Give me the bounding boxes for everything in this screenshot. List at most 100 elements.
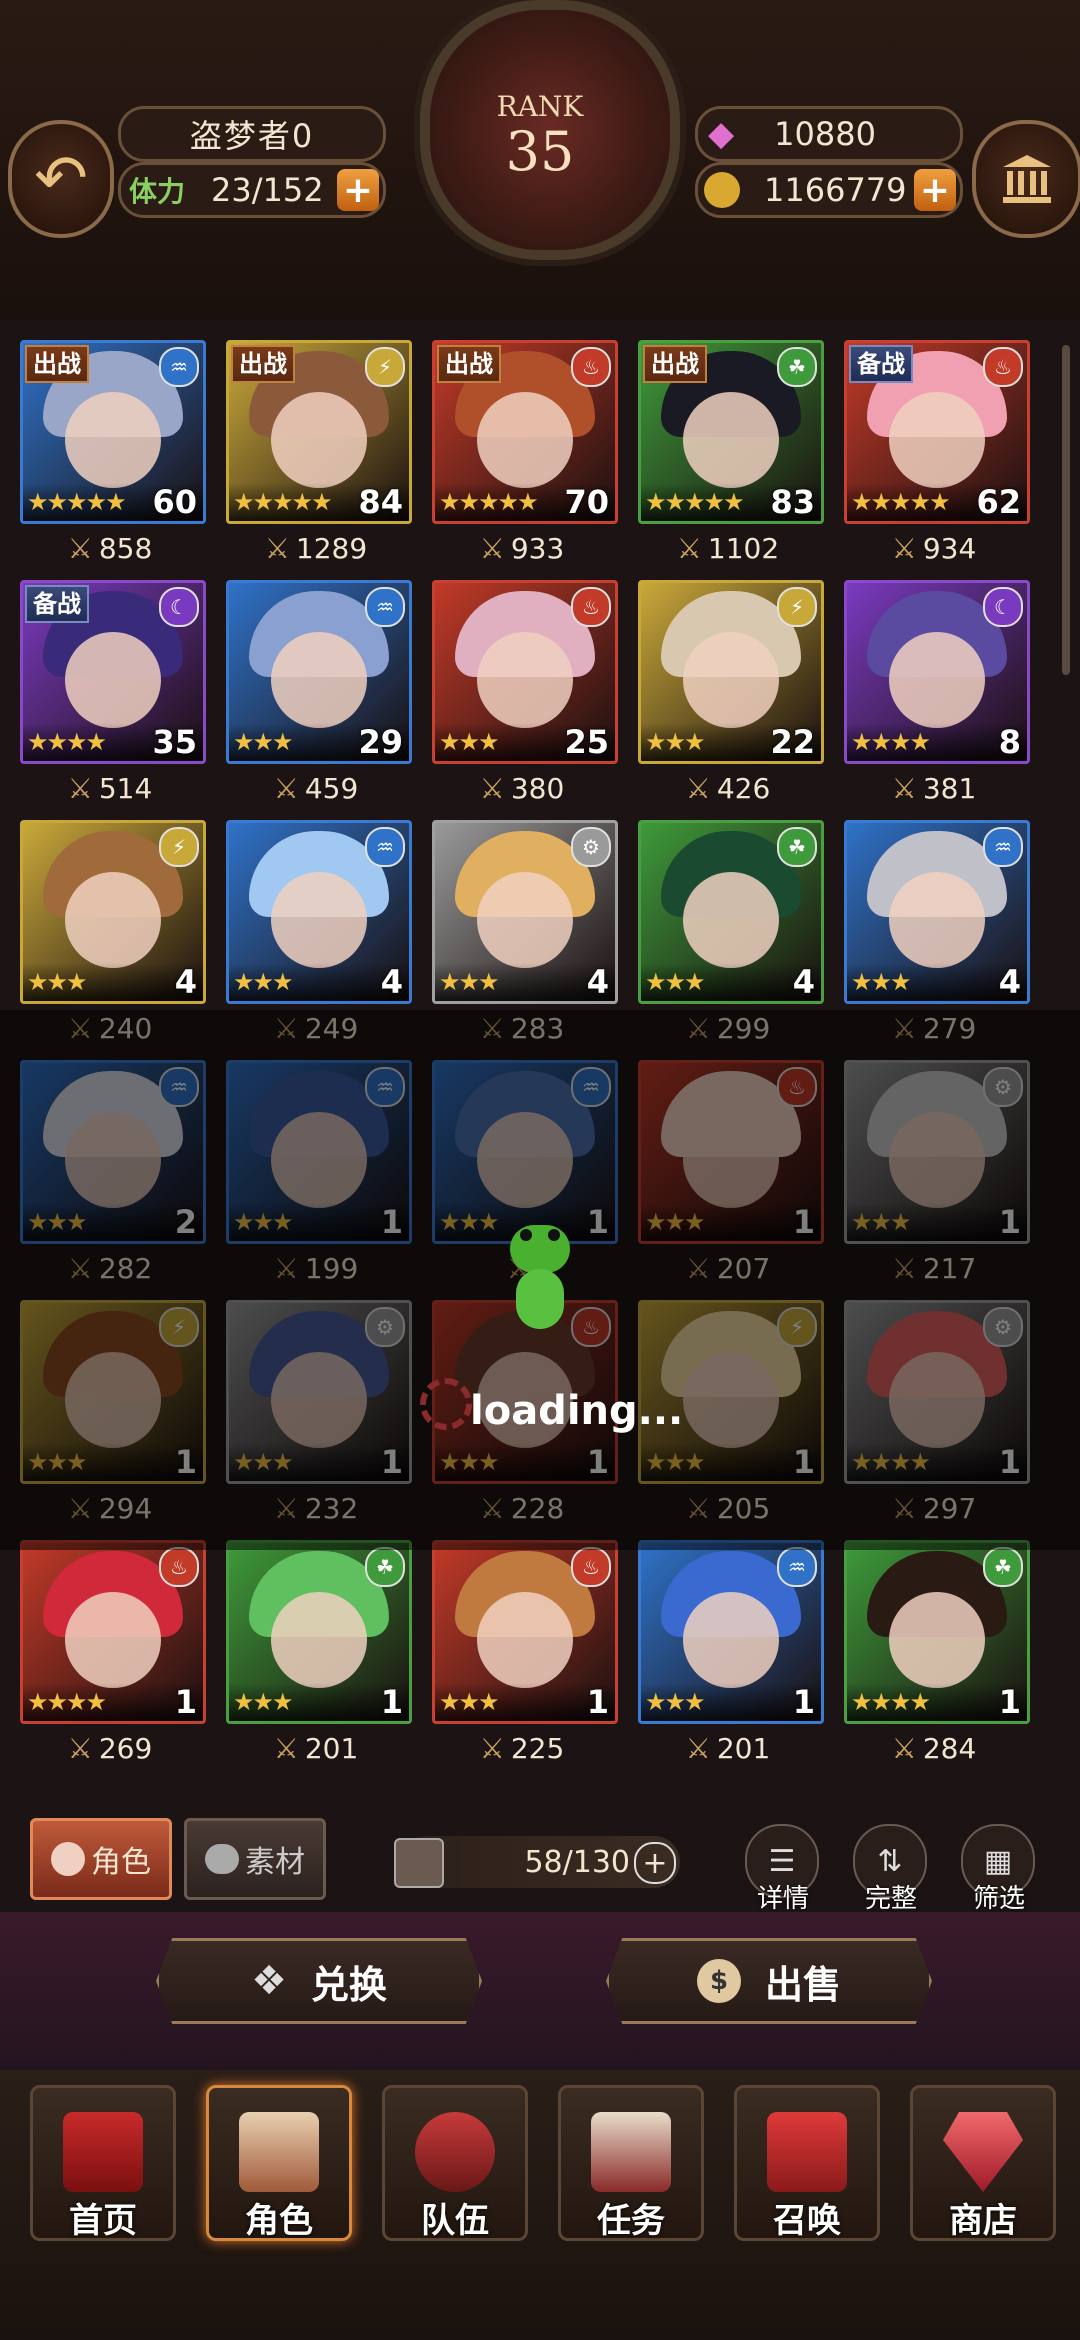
combat-power-value: 1289 (295, 532, 368, 565)
shop-gem-icon (943, 2112, 1023, 2192)
star-icon: ★ (478, 968, 500, 996)
character-card[interactable]: ⚡ 出战 ★ ★ ★ ★ ★ 84 ⚔ 1289 (226, 340, 412, 565)
nav-summon-label: 召唤 (773, 2201, 841, 2241)
character-level: 1 (998, 1683, 1021, 1721)
character-portrait: ♒★★★1 (638, 1540, 824, 1724)
crossed-swords-icon: ⚔ (891, 532, 917, 565)
character-card[interactable]: ♒★★★4⚔249 (226, 820, 412, 1045)
complete-button[interactable]: ⇅ 完整 (853, 1824, 929, 1915)
star-icon: ★ (870, 968, 893, 996)
nav-quest[interactable]: 任务 (558, 2085, 704, 2241)
nav-team[interactable]: 队伍 (382, 2085, 528, 2241)
character-card[interactable]: ☘ 出战 ★ ★ ★ ★ ★ 83 ⚔ 1102 (638, 340, 824, 565)
player-name: 盗梦者0 (189, 117, 315, 155)
add-coins-button[interactable]: + (914, 169, 956, 211)
star-icon: ★ (85, 728, 108, 756)
nav-summon[interactable]: 召唤 (734, 2085, 880, 2241)
character-card[interactable]: ⚙★★★4⚔283 (432, 820, 618, 1045)
star-icon: ★ (478, 488, 500, 516)
combat-power-value: 201 (716, 1732, 771, 1765)
star-icon: ★ (458, 488, 481, 516)
character-card[interactable]: ☘★★★4⚔299 (638, 820, 824, 1045)
star-icon: ★ (517, 488, 539, 516)
details-button[interactable]: ☰ 详情 (745, 1824, 821, 1915)
combat-power-value: 933 (510, 532, 565, 565)
crossed-swords-icon: ⚔ (685, 772, 711, 805)
combat-power: ⚔ 426 (638, 772, 818, 805)
star-icon: ★ (684, 728, 706, 756)
back-arrow-icon: ↶ (34, 142, 88, 216)
nav-home[interactable]: 首页 (30, 2085, 176, 2241)
expand-inventory-button[interactable]: + (634, 1842, 676, 1884)
deploy-status-badge: 出战 (643, 345, 707, 383)
rank-label: RANK (496, 90, 584, 123)
exchange-button[interactable]: ❖ 兑换 (156, 1938, 482, 2024)
character-card[interactable]: ⚡ ★ ★ ★ 22 ⚔ 426 (638, 580, 824, 805)
star-icon: ★ (664, 488, 687, 516)
nature-element-icon: ☘ (983, 1547, 1023, 1587)
tab-material[interactable]: 素材 (184, 1818, 326, 1900)
character-face (683, 872, 779, 968)
character-card[interactable]: ♨ ★ ★ ★ ★ 1 ⚔ 269 (20, 1540, 206, 1765)
character-face (683, 632, 779, 728)
money-bag-icon: $ (696, 1959, 741, 2003)
star-icon: ★ (890, 968, 912, 996)
character-card[interactable]: ♒★★★4⚔279 (844, 820, 1030, 1045)
character-card[interactable]: ☘ ★ ★ ★ 1 ⚔ 201 (226, 1540, 412, 1765)
star-icon: ★ (929, 488, 951, 516)
character-card[interactable]: ♒ ★ ★ ★ 29 ⚔ 459 (226, 580, 412, 805)
character-card[interactable]: ☾ 备战 ★ ★ ★ ★ 35 ⚔ 514 (20, 580, 206, 805)
character-portrait: ⚙ ★ ★ ★ 4 (432, 820, 618, 1004)
character-card[interactable]: ♒ 出战 ★ ★ ★ ★ ★ 60 ⚔ 858 (20, 340, 206, 565)
crossed-swords-icon: ⚔ (479, 1732, 505, 1765)
sell-label: 出售 (764, 1962, 841, 2007)
combat-power-value: 225 (510, 1732, 565, 1765)
fire-element-icon: ♨ (983, 347, 1023, 387)
crossed-swords-icon: ⚔ (67, 772, 93, 805)
nav-shop[interactable]: 商店 (910, 2085, 1056, 2241)
back-button[interactable]: ↶ (8, 120, 114, 238)
puzzle-icon: ❖ (251, 1958, 287, 2004)
character-card[interactable]: ♨ ★ ★ ★ 25 ⚔ 380 (432, 580, 618, 805)
character-level: 83 (770, 483, 815, 521)
star-icon: ★ (458, 728, 481, 756)
sell-button[interactable]: $ 出售 (606, 1938, 932, 2024)
character-card[interactable]: ♒ ★ ★ ★ 1 ⚔ 201 (638, 1540, 824, 1765)
combat-power-value: 514 (98, 772, 153, 805)
grid-scrollbar[interactable] (1062, 345, 1070, 675)
combat-power-value: 284 (922, 1732, 977, 1765)
nav-character[interactable]: 角色 (206, 2085, 352, 2241)
combat-power: ⚔ 858 (20, 532, 200, 565)
character-portrait: ☘ ★ ★ ★ 1 (226, 1540, 412, 1724)
character-card[interactable]: ⚡★★★4⚔240 (20, 820, 206, 1045)
character-card[interactable]: ☘ ★ ★ ★ ★ 1 ⚔ 284 (844, 1540, 1030, 1765)
character-level: 4 (174, 963, 197, 1001)
filter-button[interactable]: ▦ 筛选 (961, 1824, 1037, 1915)
tab-character[interactable]: 角色 (30, 1818, 172, 1900)
water-element-icon: ♒ (159, 347, 199, 387)
star-icon: ★ (27, 968, 49, 996)
character-face (477, 392, 573, 488)
character-card[interactable]: ♨ ★ ★ ★ 1 ⚔ 225 (432, 1540, 618, 1765)
star-icon: ★ (851, 728, 873, 756)
character-card[interactable]: ♨ 出战 ★ ★ ★ ★ ★ 70 ⚔ 933 (432, 340, 618, 565)
combat-power: ⚔ 380 (432, 772, 612, 805)
bank-button[interactable] (972, 120, 1080, 238)
add-stamina-button[interactable]: + (337, 169, 379, 211)
star-icon: ★ (105, 488, 127, 516)
crossed-swords-icon: ⚔ (264, 532, 290, 565)
dark-element-icon: ☾ (983, 587, 1023, 627)
character-portrait: ☘ ★ ★ ★ 4 (638, 820, 824, 1004)
crossed-swords-icon: ⚔ (891, 1732, 917, 1765)
star-icon: ★ (66, 728, 88, 756)
character-card[interactable]: ♨ 备战 ★ ★ ★ ★ ★ 62 ⚔ 934 (844, 340, 1030, 565)
neutral-element-icon: ⚙ (571, 827, 611, 867)
character-portrait: ☾ ★ ★ ★ ★ 8 (844, 580, 1030, 764)
character-face (65, 392, 161, 488)
star-icon: ★ (684, 1688, 706, 1716)
star-icon: ★ (291, 488, 314, 516)
stamina-label: 体力 (129, 175, 186, 208)
character-card[interactable]: ☾ ★ ★ ★ ★ 8 ⚔ 381 (844, 580, 1030, 805)
character-portrait: ♨ ★ ★ ★ 25 (432, 580, 618, 764)
character-level: 8 (998, 723, 1021, 761)
